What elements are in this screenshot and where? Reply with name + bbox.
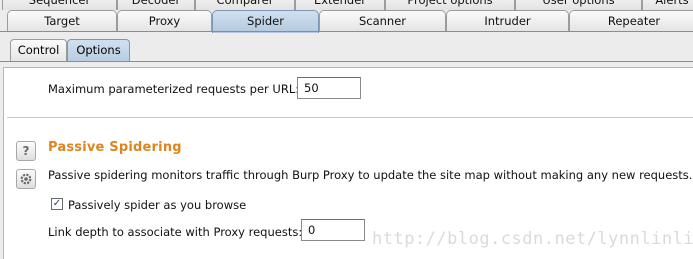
tab-project-options[interactable]: Project options: [385, 0, 515, 10]
watermark-text: http://blog.csdn.net/lynnlinlin: [372, 229, 693, 249]
main-tabs-front-row: Target Proxy Spider Scanner Intruder Rep…: [0, 10, 693, 33]
tab-sequencer[interactable]: Sequencer: [2, 0, 117, 10]
passive-spidering-title: Passive Spidering: [48, 140, 182, 155]
tab-extender[interactable]: Extender: [295, 0, 385, 10]
gear-glyph: [20, 173, 32, 185]
passive-spider-label: Passively spider as you browse: [68, 198, 247, 212]
subtab-options[interactable]: Options: [67, 39, 130, 62]
tab-repeater[interactable]: Repeater: [569, 10, 693, 32]
tab-intruder[interactable]: Intruder: [446, 10, 569, 32]
max-param-input[interactable]: 50: [297, 77, 361, 99]
main-tabs-back-row: Sequencer Decoder Comparer Extender Proj…: [0, 0, 693, 10]
tab-proxy[interactable]: Proxy: [117, 10, 212, 32]
tab-user-options[interactable]: User options: [515, 0, 642, 10]
tab-target[interactable]: Target: [7, 10, 117, 32]
passive-description: Passive spidering monitors traffic throu…: [48, 168, 693, 182]
tab-comparer[interactable]: Comparer: [195, 0, 295, 10]
subtabs-baseline: [0, 61, 693, 62]
link-depth-input[interactable]: 0: [301, 219, 365, 241]
link-depth-label: Link depth to associate with Proxy reque…: [48, 225, 303, 239]
tabs-baseline: [0, 31, 693, 32]
max-param-label: Maximum parameterized requests per URL:: [48, 82, 300, 96]
tab-scanner[interactable]: Scanner: [319, 10, 446, 32]
section-divider: [7, 117, 693, 118]
tab-alerts[interactable]: Alerts: [642, 0, 693, 10]
options-panel: Maximum parameterized requests per URL: …: [3, 67, 693, 259]
subtab-control[interactable]: Control: [10, 39, 67, 62]
tab-decoder[interactable]: Decoder: [117, 0, 195, 10]
help-icon[interactable]: ?: [16, 141, 36, 161]
tab-spider[interactable]: Spider: [212, 10, 319, 33]
passive-spider-checkbox[interactable]: ✓: [51, 198, 63, 210]
gear-icon[interactable]: [16, 169, 36, 189]
